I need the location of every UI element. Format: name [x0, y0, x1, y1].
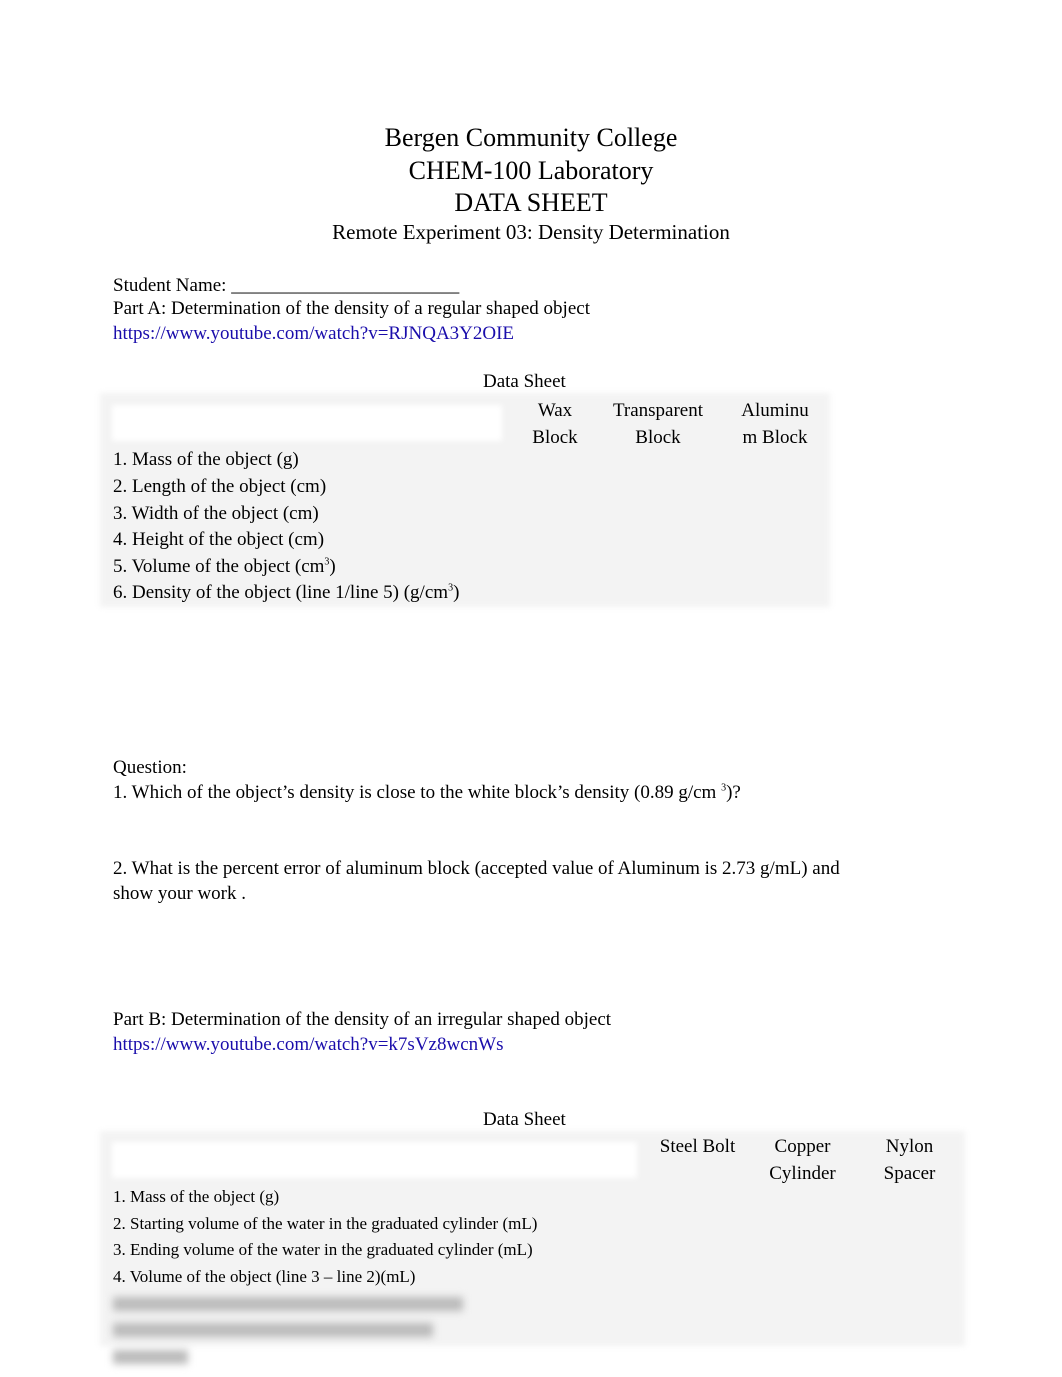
- part-a-link[interactable]: https://www.youtube.com/watch?v=RJNQA3Y2…: [113, 323, 514, 345]
- column-header: Aluminu m Block: [741, 400, 809, 448]
- column-header: Transparent Block: [612, 400, 704, 448]
- question-2-line-2: show your work .: [113, 883, 246, 904]
- column-header: Copper Cylinder: [769, 1136, 836, 1184]
- part-b-table-title: Data Sheet: [483, 1109, 566, 1130]
- blurred-text: [113, 1350, 188, 1364]
- part-b-title: Part B: Determination of the density of …: [113, 1009, 612, 1030]
- experiment-title: Remote Experiment 03: Density Determinat…: [332, 220, 730, 244]
- column-header: Nylon Spacer: [883, 1136, 936, 1184]
- table-row: 2. Length of the object (cm): [113, 476, 327, 497]
- blurred-row: [113, 1323, 433, 1337]
- column-header: Steel Bolt: [659, 1136, 736, 1157]
- student-name: Student Name: ________________________: [113, 275, 460, 296]
- table-row: 4. Height of the object (cm): [113, 529, 325, 550]
- column-header: Wax Block: [532, 400, 578, 448]
- table-row: 6. Density of the object (line 1/line 5)…: [113, 582, 460, 603]
- course-title: CHEM-100 Laboratory: [408, 156, 654, 185]
- table-row: 5. Volume of the object (cm3): [113, 556, 336, 577]
- part-b-link[interactable]: https://www.youtube.com/watch?v=k7sVz8wc…: [113, 1034, 503, 1056]
- part-a-table-title: Data Sheet: [483, 371, 566, 392]
- table-row: 2. Starting volume of the water in the g…: [113, 1214, 538, 1233]
- part-a-title: Part A: Determination of the density of …: [113, 298, 590, 319]
- sheet-title: DATA SHEET: [454, 188, 608, 217]
- table-row: 1. Mass of the object (g): [113, 1187, 280, 1206]
- document-page: Bergen Community College CHEM-100 Labora…: [0, 0, 1062, 1377]
- table-row: 4. Volume of the object (line 3 – line 2…: [113, 1267, 416, 1286]
- blurred-row: [113, 1297, 463, 1311]
- question-1: 1. Which of the object’s density is clos…: [113, 782, 741, 803]
- college-title: Bergen Community College: [384, 123, 678, 152]
- question-2-line-1: 2. What is the percent error of aluminum…: [113, 858, 840, 879]
- table-row: 3. Width of the object (cm): [113, 503, 319, 524]
- table-row: 3. Ending volume of the water in the gra…: [113, 1240, 533, 1259]
- table-row: 1. Mass of the object (g): [113, 449, 299, 470]
- question-label: Question:: [113, 757, 187, 778]
